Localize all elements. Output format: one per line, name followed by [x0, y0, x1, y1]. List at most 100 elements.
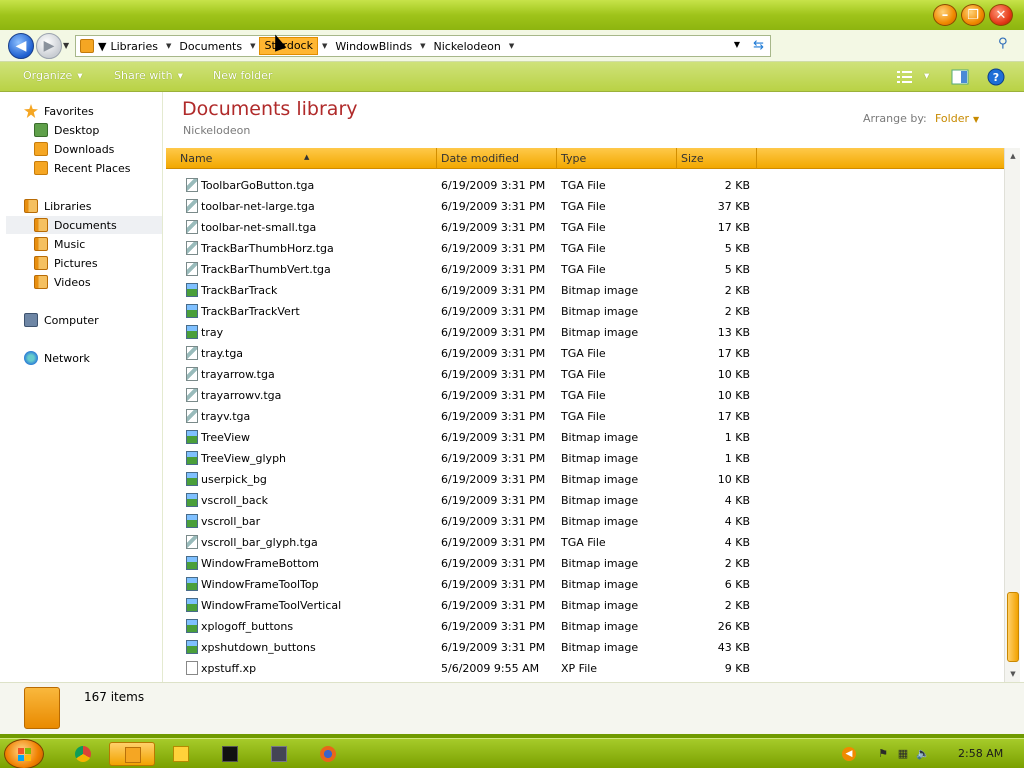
taskbar-cmd[interactable]	[207, 742, 253, 766]
scrollbar-thumb[interactable]	[1007, 592, 1019, 662]
file-row[interactable]: tray 6/19/2009 3:31 PM Bitmap image 13 KB	[166, 322, 1004, 343]
chevron-down-icon[interactable]: ▼	[162, 42, 175, 50]
nav-item-pictures[interactable]: Pictures	[34, 254, 98, 272]
file-row[interactable]: ToolbarGoButton.tga 6/19/2009 3:31 PM TGA …	[166, 175, 1004, 196]
file-size: 5 KB	[724, 263, 750, 276]
taskbar-remote[interactable]	[256, 742, 302, 766]
start-button[interactable]	[4, 739, 44, 768]
file-row[interactable]: TrackBarThumbVert.tga 6/19/2009 3:31 PM TG…	[166, 259, 1004, 280]
file-row[interactable]: TrackBarTrack 6/19/2009 3:31 PM Bitmap ima…	[166, 280, 1004, 301]
file-row[interactable]: vscroll_bar 6/19/2009 3:31 PM Bitmap image…	[166, 511, 1004, 532]
file-size: 1 KB	[724, 452, 750, 465]
file-row[interactable]: tray.tga 6/19/2009 3:31 PM TGA File 17 KB	[166, 343, 1004, 364]
file-row[interactable]: WindowFrameBottom 6/19/2009 3:31 PM Bitmap…	[166, 553, 1004, 574]
column-header-date[interactable]: Date modified	[437, 148, 557, 169]
file-row[interactable]: toolbar-net-large.tga 6/19/2009 3:31 PM TG…	[166, 196, 1004, 217]
tga-file-icon	[186, 535, 198, 549]
nav-item-downloads[interactable]: Downloads	[34, 140, 114, 158]
column-header-type[interactable]: Type	[557, 148, 677, 169]
file-row[interactable]: xplogoff_buttons 6/19/2009 3:31 PM Bitmap …	[166, 616, 1004, 637]
vertical-scrollbar[interactable]: ▲ ▼	[1004, 148, 1020, 682]
search-icon[interactable]: ⚲	[998, 36, 1018, 56]
file-row[interactable]: TreeView_glyph 6/19/2009 3:31 PM Bitmap im…	[166, 448, 1004, 469]
column-header-size[interactable]: Size	[677, 148, 757, 169]
nav-item-label: Downloads	[54, 142, 115, 156]
file-size: 10 KB	[717, 473, 750, 486]
nav-item-videos[interactable]: Videos	[34, 273, 91, 291]
chevron-down-icon[interactable]: ▼	[98, 40, 106, 53]
file-size: 37 KB	[717, 200, 750, 213]
maximize-button[interactable]: ❐	[961, 4, 985, 26]
arrange-by-dropdown[interactable]: Folder ▼	[935, 112, 979, 125]
nav-computer[interactable]: Computer	[24, 311, 99, 329]
minimize-button[interactable]: –	[933, 4, 957, 26]
file-row[interactable]: vscroll_bar_glyph.tga 6/19/2009 3:31 PM TG…	[166, 532, 1004, 553]
taskbar-explorer[interactable]	[109, 742, 155, 766]
back-button[interactable]: ◀	[8, 33, 34, 59]
file-size: 26 KB	[717, 620, 750, 633]
file-row[interactable]: TreeView 6/19/2009 3:31 PM Bitmap image 1 K…	[166, 427, 1004, 448]
column-header-name[interactable]: Name ▲	[166, 148, 437, 169]
volume-icon[interactable]: 🔈	[916, 747, 930, 761]
file-row[interactable]: vscroll_back 6/19/2009 3:31 PM Bitmap imag…	[166, 490, 1004, 511]
new-folder-button[interactable]: New folder	[213, 69, 272, 82]
refresh-icon[interactable]: ⇆	[753, 38, 764, 53]
windows-logo-icon	[18, 748, 31, 761]
chevron-down-icon[interactable]: ▼	[505, 42, 518, 50]
taskbar-firefox[interactable]	[305, 742, 351, 766]
file-row[interactable]: WindowFrameToolVertical 6/19/2009 3:31 PM…	[166, 595, 1004, 616]
file-row[interactable]: xpshutdown_buttons 6/19/2009 3:31 PM Bitma…	[166, 637, 1004, 658]
file-size: 1 KB	[724, 431, 750, 444]
file-row[interactable]: toolbar-net-small.tga 6/19/2009 3:31 PM TG…	[166, 217, 1004, 238]
nav-network[interactable]: Network	[24, 349, 90, 367]
nav-item-recent-places[interactable]: Recent Places	[34, 159, 131, 177]
taskbar-chrome[interactable]	[60, 742, 106, 766]
breadcrumb-item[interactable]: Nickelodeon ▼	[429, 36, 518, 56]
file-type: TGA File	[561, 221, 606, 234]
chevron-down-icon[interactable]: ▼	[246, 42, 259, 50]
action-center-flag-icon[interactable]: ⚑	[876, 747, 890, 761]
view-options-button[interactable]	[896, 68, 914, 86]
file-type: Bitmap image	[561, 599, 639, 612]
address-bar[interactable]: ▼ Libraries ▼ Documents ▼ Stardock ▼ WindowBlin…	[75, 35, 771, 57]
network-tray-icon[interactable]: ▦	[896, 747, 910, 761]
taskbar-media-player[interactable]	[158, 742, 204, 766]
nav-item-music[interactable]: Music	[34, 235, 85, 253]
file-row[interactable]: TrackBarThumbHorz.tga 6/19/2009 3:31 PM TG…	[166, 238, 1004, 259]
tray-expand-icon[interactable]: ◀	[842, 747, 856, 761]
scroll-up-button[interactable]: ▲	[1005, 148, 1021, 164]
share-with-button[interactable]: Share with ▼	[114, 69, 183, 82]
preview-pane-button[interactable]	[951, 68, 969, 86]
nav-libraries[interactable]: Libraries	[24, 197, 92, 215]
close-button[interactable]: ✕	[989, 4, 1013, 26]
breadcrumb-item[interactable]: Documents ▼	[175, 36, 259, 56]
breadcrumb-item[interactable]: WindowBlinds ▼	[331, 36, 429, 56]
help-button[interactable]: ?	[987, 68, 1005, 86]
chevron-down-icon[interactable]: ▼	[416, 42, 429, 50]
details-view-icon	[897, 71, 912, 83]
organize-label: Organize	[23, 69, 73, 82]
clock[interactable]: 2:58 AM	[958, 747, 1003, 760]
file-name: WindowFrameToolTop	[201, 578, 319, 591]
file-row[interactable]: xpstuff.xp 5/6/2009 9:55 AM XP File 9 KB	[166, 658, 1004, 679]
view-options-dropdown[interactable]: ▼	[924, 72, 929, 80]
nav-item-desktop[interactable]: Desktop	[34, 121, 99, 139]
file-row[interactable]: WindowFrameToolTop 6/19/2009 3:31 PM Bitma…	[166, 574, 1004, 595]
chevron-down-icon[interactable]: ▼	[318, 42, 331, 50]
file-row[interactable]: userpick_bg 6/19/2009 3:31 PM Bitmap image…	[166, 469, 1004, 490]
organize-button[interactable]: Organize ▼	[23, 69, 83, 82]
breadcrumb-item[interactable]: Libraries ▼	[106, 36, 175, 56]
nav-item-documents[interactable]: Documents	[6, 216, 162, 234]
file-row[interactable]: trayarrow.tga 6/19/2009 3:31 PM TGA File 10…	[166, 364, 1004, 385]
forward-button[interactable]: ▶	[36, 33, 62, 59]
bmp-file-icon	[186, 514, 198, 528]
file-row[interactable]: trayv.tga 6/19/2009 3:31 PM TGA File 17 KB	[166, 406, 1004, 427]
address-history-dropdown[interactable]: ▼	[734, 40, 740, 49]
nav-favorites[interactable]: Favorites	[24, 102, 94, 120]
scroll-down-button[interactable]: ▼	[1005, 666, 1021, 682]
file-row[interactable]: trayarrowv.tga 6/19/2009 3:31 PM TGA File 1…	[166, 385, 1004, 406]
file-row[interactable]: TrackBarTrackVert 6/19/2009 3:31 PM Bitmap…	[166, 301, 1004, 322]
file-type: TGA File	[561, 347, 606, 360]
recent-pages-dropdown[interactable]: ▼	[63, 41, 69, 50]
pictures-icon	[34, 256, 48, 270]
